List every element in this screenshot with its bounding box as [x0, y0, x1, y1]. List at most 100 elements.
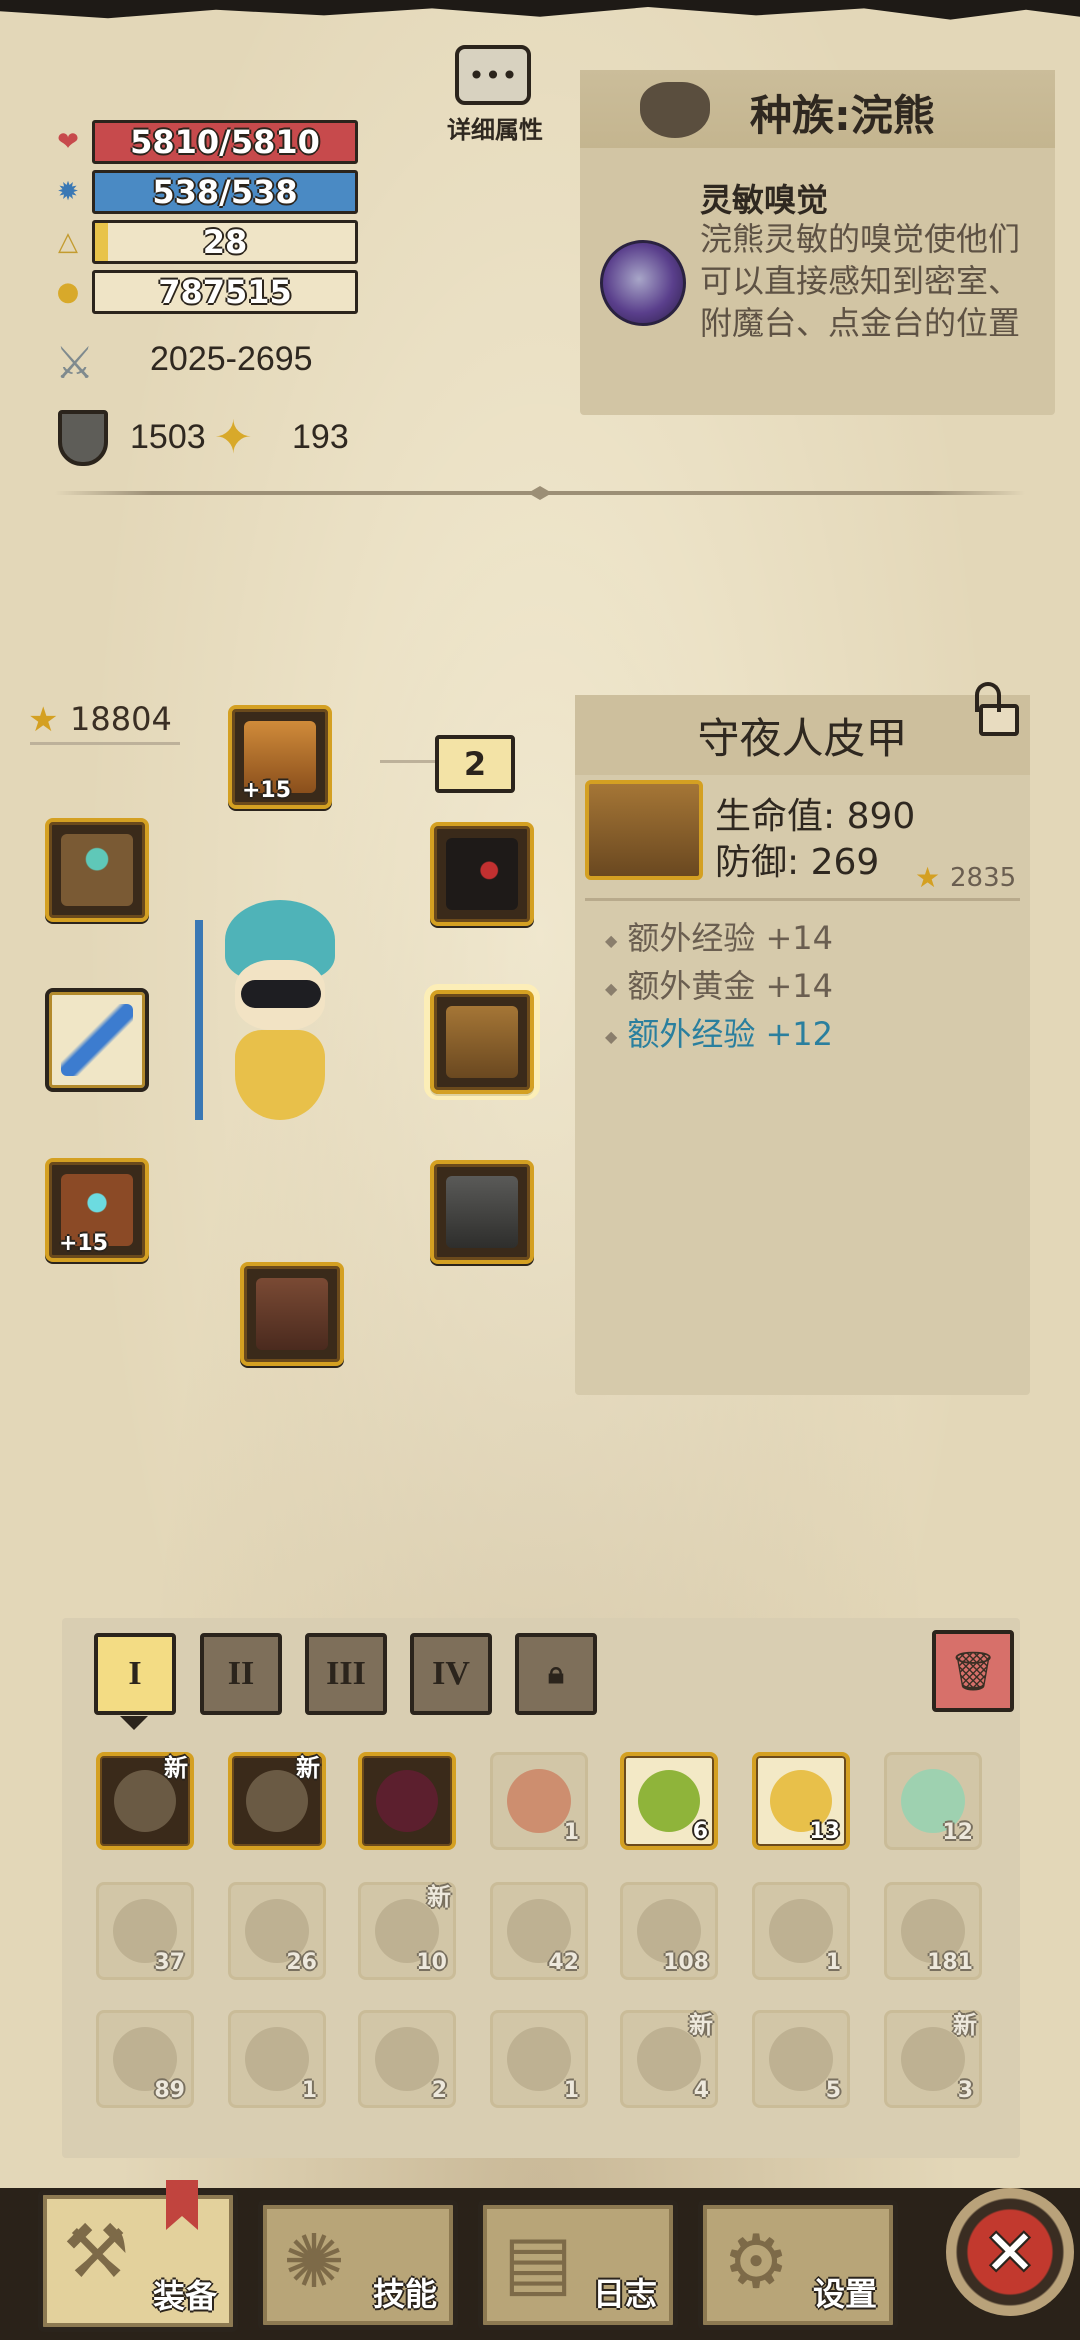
axe-icon: ⚒ — [63, 2209, 130, 2295]
item-count: 13 — [809, 1819, 840, 1844]
inventory-slot[interactable]: 42 — [490, 1882, 588, 1980]
accessory-count-badge[interactable]: 2 — [435, 735, 515, 793]
affix-3: 额外经验 +12 — [605, 1009, 833, 1055]
inventory-slot[interactable]: 1 — [490, 1752, 588, 1850]
heart-icon: ❤ — [57, 127, 79, 157]
item-count: 1 — [825, 1950, 841, 1975]
inventory-slot[interactable]: 新4 — [620, 2010, 718, 2108]
inventory-slot[interactable]: 181 — [884, 1882, 982, 1980]
journal-icon: ▤ — [503, 2219, 573, 2305]
weapon-slot[interactable] — [45, 988, 149, 1092]
item-count: 89 — [154, 2078, 185, 2103]
tab-2[interactable]: II — [200, 1633, 282, 1715]
new-badge: 新 — [296, 1754, 320, 1782]
item-score-star-icon: ★ — [915, 861, 941, 894]
inventory-slot[interactable]: 1 — [490, 2010, 588, 2108]
boots-slot[interactable] — [240, 1262, 344, 1366]
item-count: 2 — [431, 2078, 447, 2103]
armor-slot[interactable] — [424, 984, 540, 1100]
inventory-slot[interactable]: 37 — [96, 1882, 194, 1980]
inventory-slot[interactable]: 新 10 — [358, 1882, 456, 1980]
nav-equipment-label: 装备 — [152, 2277, 217, 2315]
tab-1[interactable]: I — [94, 1633, 176, 1715]
inventory-slot[interactable]: 108 — [620, 1882, 718, 1980]
item-count: 1 — [563, 2078, 579, 2103]
new-badge: 新 — [164, 1754, 188, 1782]
hp-value: 5810/5810 — [130, 123, 320, 161]
amulet-item — [61, 834, 133, 906]
nav-equipment-button[interactable]: ⚒ 装备 — [38, 2190, 238, 2332]
item-name: 守夜人皮甲 — [575, 695, 1030, 775]
armor-item — [446, 1006, 518, 1078]
item-defense: 防御: 269 — [715, 842, 880, 883]
score-connector — [30, 742, 180, 745]
luck-value: 193 — [292, 418, 349, 456]
inventory-slot[interactable]: 2 — [358, 2010, 456, 2108]
accessory-connector — [380, 760, 435, 763]
mp-row: ✹ 538/538 — [50, 170, 358, 214]
pants-slot[interactable] — [430, 1160, 534, 1264]
inventory-slot[interactable] — [358, 1752, 456, 1850]
nav-skills-label: 技能 — [372, 2275, 437, 2313]
tab-locked[interactable]: 🔒︎ — [515, 1633, 597, 1715]
item-score: 2835 — [950, 863, 1017, 893]
inventory-slot[interactable]: 新3 — [884, 2010, 982, 2108]
tab-4[interactable]: IV — [410, 1633, 492, 1715]
inventory-slot[interactable]: 12 — [884, 1752, 982, 1850]
inventory-item-art — [245, 2027, 309, 2091]
item-preview-icon — [585, 780, 703, 880]
amulet-slot[interactable] — [45, 818, 149, 922]
new-badge: 新 — [689, 2011, 713, 2039]
gloves-item — [446, 838, 518, 910]
inventory-slot[interactable]: 新 — [96, 1752, 194, 1850]
inventory-item-art — [769, 2027, 833, 2091]
trash-button[interactable]: 🗑︎ — [932, 1630, 1014, 1712]
gold-bar: 787515 — [92, 270, 358, 314]
detail-attributes-button[interactable]: ••• — [455, 45, 531, 105]
mp-value: 538/538 — [152, 173, 298, 211]
inventory-slot[interactable]: 13 — [752, 1752, 850, 1850]
tab-3[interactable]: III — [305, 1633, 387, 1715]
inventory-slot[interactable]: 26 — [228, 1882, 326, 1980]
lock-icon: 🔒︎ — [548, 1657, 564, 1690]
close-icon: ✕ — [984, 2215, 1036, 2289]
more-dots-icon: ••• — [468, 58, 518, 92]
hp-row: ❤ 5810/5810 — [50, 120, 358, 164]
gold-value: 787515 — [158, 273, 292, 311]
pants-item — [446, 1176, 518, 1248]
item-count: 1 — [301, 2078, 317, 2103]
ring-slot[interactable]: +15 — [45, 1158, 149, 1262]
mana-icon: ✹ — [57, 177, 79, 207]
inventory-slot[interactable]: 6 — [620, 1752, 718, 1850]
gloves-slot[interactable] — [430, 822, 534, 926]
attack-value: 2025-2695 — [150, 340, 313, 378]
new-badge: 新 — [953, 2011, 977, 2039]
helmet-slot[interactable]: +15 — [228, 705, 332, 809]
star-icon: ★ — [28, 700, 59, 740]
keen-smell-ability-icon[interactable] — [600, 240, 686, 326]
item-count: 10 — [416, 1950, 447, 1975]
inventory-slot[interactable]: 5 — [752, 2010, 850, 2108]
luck-wand-icon: ✦ — [214, 410, 253, 464]
gold-row: ● 787515 — [50, 270, 358, 314]
nav-settings-button[interactable]: ⚙ 设置 — [698, 2200, 898, 2330]
inventory-slot[interactable]: 1 — [752, 1882, 850, 1980]
item-count: 6 — [692, 1819, 708, 1844]
inventory-slot[interactable]: 新 — [228, 1752, 326, 1850]
defense-value: 1503 — [130, 418, 206, 456]
trash-icon: 🗑︎ — [948, 1648, 998, 1693]
item-count: 3 — [957, 2078, 973, 2103]
item-separator — [585, 898, 1020, 901]
level-triangle-icon: △ — [58, 227, 78, 257]
item-count: 1 — [563, 1820, 579, 1845]
ability-description: 浣熊灵敏的嗅觉使他们可以直接感知到密室、附魔台、点金台的位置 — [700, 220, 1021, 342]
inventory-item-art — [376, 1770, 438, 1832]
close-button[interactable]: ✕ — [946, 2188, 1074, 2316]
item-count: 12 — [942, 1820, 973, 1845]
nav-journal-button[interactable]: ▤ 日志 — [478, 2200, 678, 2330]
item-count: 181 — [927, 1950, 973, 1975]
inventory-slot[interactable]: 1 — [228, 2010, 326, 2108]
unlock-icon[interactable] — [975, 682, 1027, 738]
inventory-slot[interactable]: 89 — [96, 2010, 194, 2108]
nav-skills-button[interactable]: ✺ 技能 — [258, 2200, 458, 2330]
